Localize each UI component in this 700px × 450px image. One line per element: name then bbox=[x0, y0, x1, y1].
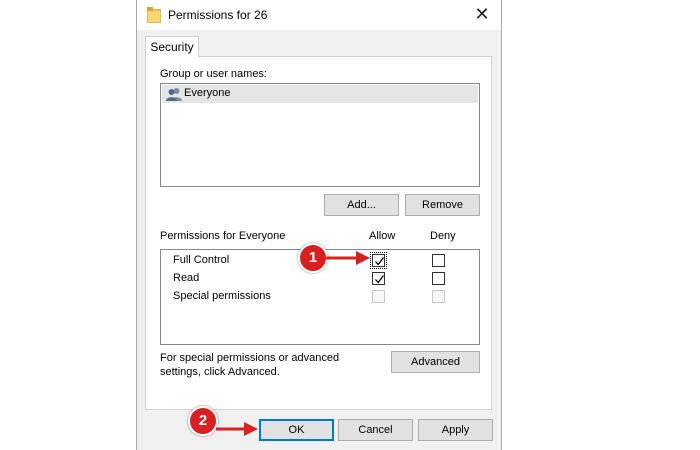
permission-name: Special permissions bbox=[173, 290, 271, 302]
arrow-right-icon bbox=[216, 422, 258, 436]
title-bar: Permissions for 26 ✕ bbox=[137, 0, 501, 30]
read-allow-checkbox[interactable] bbox=[372, 272, 385, 285]
arrow-right-icon bbox=[326, 251, 370, 265]
permission-name: Full Control bbox=[173, 254, 230, 266]
close-button[interactable]: ✕ bbox=[467, 4, 497, 26]
list-item[interactable]: Everyone bbox=[162, 85, 478, 103]
list-item-label: Everyone bbox=[184, 87, 231, 99]
remove-button[interactable]: Remove bbox=[405, 194, 480, 216]
add-button[interactable]: Add... bbox=[324, 194, 399, 216]
cancel-button[interactable]: Cancel bbox=[338, 419, 413, 441]
permissions-label: Permissions for Everyone bbox=[160, 230, 286, 242]
special-allow-checkbox bbox=[372, 290, 385, 303]
tab-label: Security bbox=[150, 40, 194, 54]
group-list[interactable]: Everyone bbox=[160, 83, 480, 187]
check-icon bbox=[375, 275, 385, 284]
advanced-note: For special permissions or advanced sett… bbox=[160, 352, 340, 378]
special-deny-checkbox bbox=[432, 290, 445, 303]
deny-header: Deny bbox=[430, 230, 456, 242]
check-icon bbox=[375, 257, 385, 266]
window-title: Permissions for 26 bbox=[168, 8, 268, 22]
permission-name: Read bbox=[173, 272, 200, 284]
step-2-badge: 2 bbox=[188, 406, 218, 436]
folder-icon bbox=[147, 7, 161, 23]
full-control-deny-checkbox[interactable] bbox=[432, 254, 445, 267]
group-names-label: Group or user names: bbox=[160, 68, 267, 80]
apply-button[interactable]: Apply bbox=[418, 419, 493, 441]
close-icon: ✕ bbox=[474, 4, 490, 25]
step-1-badge: 1 bbox=[298, 243, 328, 273]
tab-security[interactable]: Security bbox=[145, 36, 199, 57]
permissions-dialog: Permissions for 26 ✕ Security Group or u… bbox=[136, 0, 502, 450]
full-control-allow-checkbox[interactable] bbox=[370, 252, 387, 269]
users-icon bbox=[166, 87, 182, 101]
allow-header: Allow bbox=[369, 230, 396, 242]
advanced-button[interactable]: Advanced bbox=[391, 351, 480, 373]
security-panel: Group or user names: Everyone Add... Rem… bbox=[145, 56, 492, 410]
read-deny-checkbox[interactable] bbox=[432, 272, 445, 285]
ok-button[interactable]: OK bbox=[259, 419, 334, 441]
